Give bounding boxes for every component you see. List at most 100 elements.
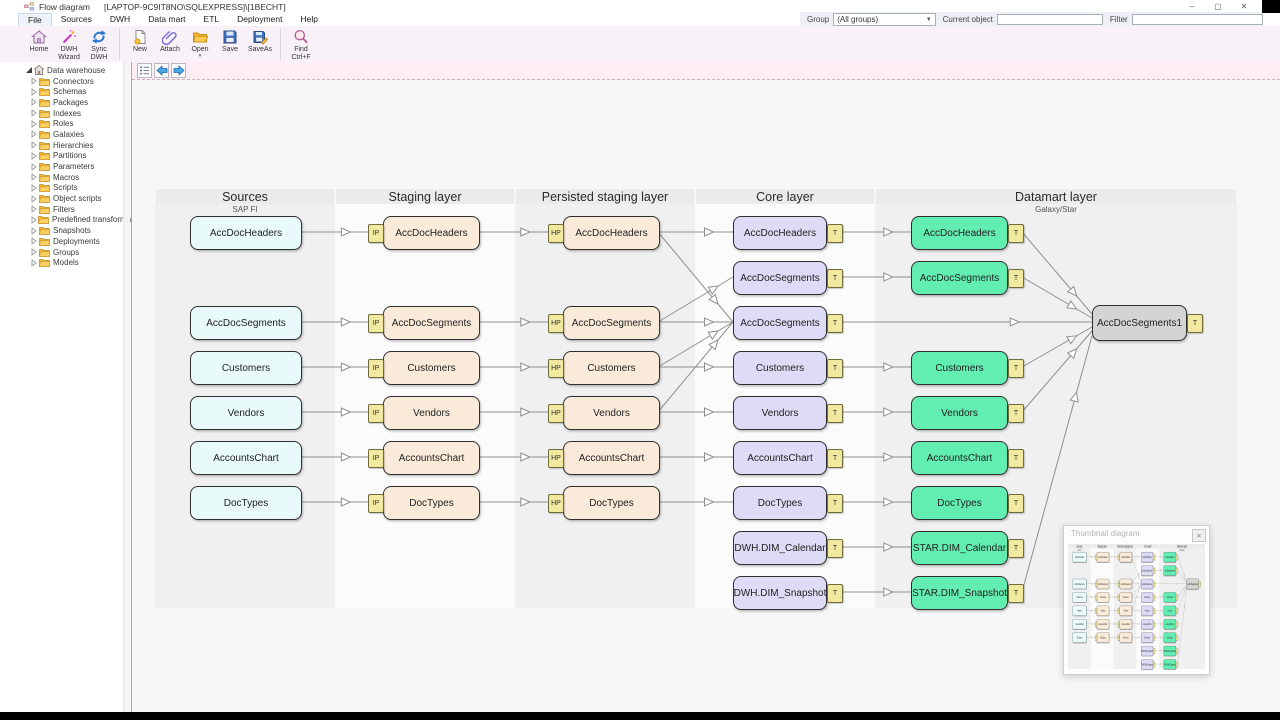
thumb-node-core-doctypes[interactable]: DocTypes bbox=[1141, 632, 1154, 643]
thumb-node-src-vendors[interactable]: Vendors bbox=[1072, 605, 1087, 616]
collapsed-arrow-icon[interactable] bbox=[30, 237, 39, 246]
node-core-accountschart[interactable]: AccountsChart bbox=[733, 441, 827, 475]
tag-customers-hp[interactable]: HP bbox=[548, 358, 564, 378]
thumb-tag-accdocsegments-ip[interactable]: IP bbox=[1094, 581, 1097, 587]
tag-doctypes-hp[interactable]: HP bbox=[548, 493, 564, 513]
thumb-node-src-customers[interactable]: Customers bbox=[1072, 592, 1087, 603]
tree-item-models[interactable]: Models bbox=[0, 257, 131, 268]
toolbar-button-home[interactable]: Home bbox=[24, 27, 54, 61]
collapsed-arrow-icon[interactable] bbox=[30, 151, 39, 160]
toolbar-button-open[interactable]: Open ▾ bbox=[185, 27, 215, 61]
expanded-arrow-icon[interactable] bbox=[25, 66, 34, 74]
tree-root-data-warehouse[interactable]: Data warehouse bbox=[0, 65, 131, 76]
node-src-customers[interactable]: Customers bbox=[190, 351, 302, 385]
menu-dwh[interactable]: DWH bbox=[101, 13, 139, 25]
tag-doctypes-ip[interactable]: IP bbox=[368, 493, 384, 513]
thumb-node-core-accountschart[interactable]: AccountsChart bbox=[1141, 619, 1154, 630]
node-dm-customers[interactable]: Customers bbox=[911, 351, 1008, 385]
tree-item-predefined-transformations[interactable]: Predefined transformations bbox=[0, 215, 131, 226]
thumb-tag-customers-t[interactable]: T bbox=[1175, 594, 1179, 601]
toolbar-button-find[interactable]: Find Ctrl+F bbox=[286, 27, 316, 61]
collapsed-arrow-icon[interactable] bbox=[30, 141, 39, 150]
thumb-tag-vendors-t[interactable]: T bbox=[1175, 607, 1179, 614]
thumb-tag-star-dim-snapshot-t[interactable]: T bbox=[1175, 661, 1179, 668]
maximize-button[interactable]: ▢ bbox=[1212, 2, 1224, 11]
thumb-node-core-accdocheaders[interactable]: AccDocHeaders bbox=[1141, 552, 1154, 563]
collapsed-arrow-icon[interactable] bbox=[30, 119, 39, 128]
tag-accdocheaders-ip[interactable]: IP bbox=[368, 223, 384, 243]
thumb-node-core-dwh-dim-calendar[interactable]: DWH.DIM_Calendar bbox=[1141, 645, 1154, 657]
tree-item-object-scripts[interactable]: Object scripts bbox=[0, 193, 131, 204]
thumb-tag-vendors-t[interactable]: T bbox=[1153, 607, 1156, 614]
thumb-node-core-vendors[interactable]: Vendors bbox=[1141, 605, 1154, 616]
node-src-accdocsegments[interactable]: AccDocSegments bbox=[190, 306, 302, 340]
thumb-node-fact-accdocsegments1[interactable]: AccDocSegments1 bbox=[1186, 578, 1199, 590]
node-stg-accountschart[interactable]: AccountsChart bbox=[383, 441, 480, 475]
group-dropdown[interactable]: (All groups) ▼ bbox=[833, 13, 936, 26]
collapsed-arrow-icon[interactable] bbox=[30, 226, 39, 235]
collapsed-arrow-icon[interactable] bbox=[30, 109, 39, 117]
thumb-node-ps-customers[interactable]: Customers bbox=[1119, 592, 1132, 603]
node-src-doctypes[interactable]: DocTypes bbox=[190, 486, 302, 520]
node-ps-customers[interactable]: Customers bbox=[563, 351, 660, 385]
node-core-accdocheaders[interactable]: AccDocHeaders bbox=[733, 216, 827, 250]
tag-accdocsegments-t[interactable]: T bbox=[827, 313, 843, 333]
thumb-tag-doctypes-ip[interactable]: IP bbox=[1094, 634, 1097, 641]
thumb-node-stg-vendors[interactable]: Vendors bbox=[1096, 605, 1110, 616]
tree-item-groups[interactable]: Groups bbox=[0, 247, 131, 258]
thumb-tag-accdocheaders-t[interactable]: T bbox=[1175, 554, 1179, 560]
tag-doctypes-t[interactable]: T bbox=[827, 493, 843, 513]
tag-star-dim-snapshot-t[interactable]: T bbox=[1008, 583, 1024, 603]
tag-dwh-dim-snapshot-t[interactable]: T bbox=[827, 583, 843, 603]
arrow-left-button[interactable] bbox=[154, 63, 169, 78]
tree-item-scripts[interactable]: Scripts bbox=[0, 183, 131, 194]
thumb-tag-star-dim-calendar-t[interactable]: T bbox=[1175, 648, 1179, 654]
node-stg-vendors[interactable]: Vendors bbox=[383, 396, 480, 430]
thumb-node-src-doctypes[interactable]: DocTypes bbox=[1072, 632, 1087, 643]
thumb-node-src-accountschart[interactable]: AccountsChart bbox=[1072, 619, 1087, 630]
minimize-button[interactable]: – bbox=[1186, 2, 1198, 11]
node-src-vendors[interactable]: Vendors bbox=[190, 396, 302, 430]
thumb-tag-dwh-dim-calendar-t[interactable]: T bbox=[1153, 648, 1156, 654]
thumb-tag-accdocsegments-t[interactable]: T bbox=[1153, 567, 1156, 574]
thumb-tag-dwh-dim-snapshot-t[interactable]: T bbox=[1153, 661, 1156, 668]
thumb-tag-doctypes-t[interactable]: T bbox=[1153, 634, 1156, 641]
thumb-tag-accdocheaders-ip[interactable]: IP bbox=[1094, 554, 1097, 560]
thumb-node-ps-vendors[interactable]: Vendors bbox=[1119, 605, 1132, 616]
tag-accdocsegments1-t[interactable]: T bbox=[1187, 313, 1203, 333]
tree-item-packages[interactable]: Packages bbox=[0, 97, 131, 108]
collapsed-arrow-icon[interactable] bbox=[30, 130, 39, 139]
tag-accdocsegments-t[interactable]: T bbox=[1008, 268, 1024, 288]
tag-vendors-hp[interactable]: HP bbox=[548, 403, 564, 423]
thumb-node-ps-accdocsegments[interactable]: AccDocSegments bbox=[1119, 578, 1132, 589]
thumb-node-core-customers[interactable]: Customers bbox=[1141, 592, 1154, 603]
node-ps-doctypes[interactable]: DocTypes bbox=[563, 486, 660, 520]
collapsed-arrow-icon[interactable] bbox=[30, 194, 39, 203]
tree-item-roles[interactable]: Roles bbox=[0, 118, 131, 129]
tag-accountschart-hp[interactable]: HP bbox=[548, 448, 564, 468]
thumb-tag-doctypes-t[interactable]: T bbox=[1175, 634, 1179, 641]
tree-item-galaxies[interactable]: Galaxies bbox=[0, 129, 131, 140]
thumb-tag-accountschart-hp[interactable]: HP bbox=[1117, 621, 1120, 627]
thumb-tag-accountschart-t[interactable]: T bbox=[1153, 621, 1156, 627]
collapsed-arrow-icon[interactable] bbox=[30, 205, 39, 214]
tag-vendors-ip[interactable]: IP bbox=[368, 403, 384, 423]
node-core-accdocsegments[interactable]: AccDocSegments bbox=[733, 261, 827, 295]
collapsed-arrow-icon[interactable] bbox=[30, 216, 38, 224]
toolbar-button-sync-dwh[interactable]: Sync DWH bbox=[84, 27, 114, 61]
node-ps-accountschart[interactable]: AccountsChart bbox=[563, 441, 660, 475]
arrow-right-button[interactable] bbox=[171, 63, 186, 78]
tree-item-partitions[interactable]: Partitions bbox=[0, 151, 131, 162]
filter-input[interactable] bbox=[1131, 14, 1263, 25]
menu-data-mart[interactable]: Data mart bbox=[139, 13, 194, 25]
thumb-tag-customers-ip[interactable]: IP bbox=[1094, 594, 1097, 601]
tag-accountschart-t[interactable]: T bbox=[1008, 448, 1024, 468]
thumb-node-dm-accdocheaders[interactable]: AccDocHeaders bbox=[1163, 552, 1176, 563]
tag-accdocsegments-ip[interactable]: IP bbox=[368, 313, 384, 333]
tag-accdocheaders-t[interactable]: T bbox=[827, 223, 843, 243]
node-core-vendors[interactable]: Vendors bbox=[733, 396, 827, 430]
thumb-tag-vendors-ip[interactable]: IP bbox=[1094, 607, 1097, 614]
menu-etl[interactable]: ETL bbox=[195, 13, 229, 25]
tag-accdocsegments-hp[interactable]: HP bbox=[548, 313, 564, 333]
thumb-node-stg-accountschart[interactable]: AccountsChart bbox=[1096, 619, 1110, 630]
